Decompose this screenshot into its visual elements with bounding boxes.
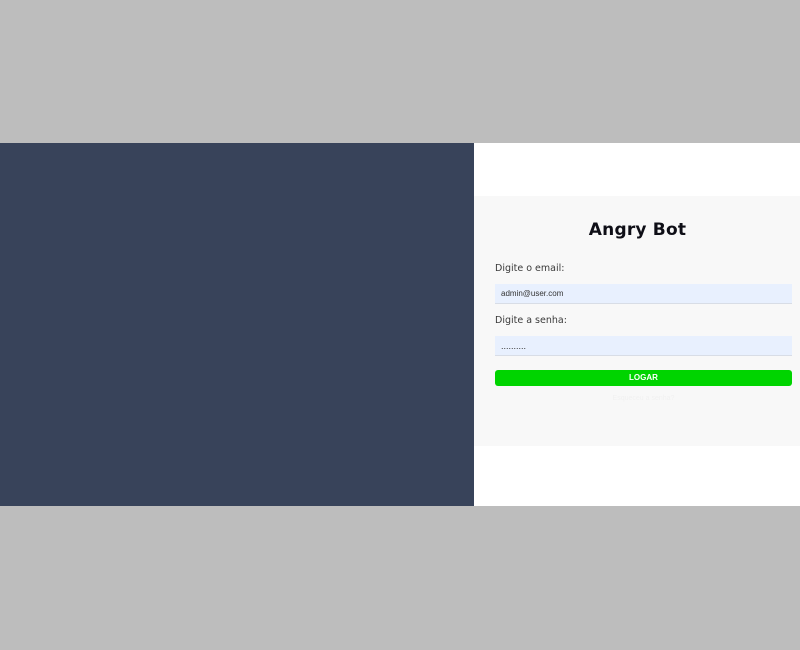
email-label: Digite o email: bbox=[495, 263, 565, 274]
app-title: Angry Bot bbox=[588, 220, 687, 240]
login-card: Angry Bot Digite o email: Digite a senha… bbox=[474, 196, 800, 446]
right-panel: Angry Bot Digite o email: Digite a senha… bbox=[474, 143, 800, 506]
login-button[interactable]: LOGAR bbox=[495, 370, 792, 386]
left-decorative-panel bbox=[0, 143, 474, 506]
password-label: Digite a senha: bbox=[495, 315, 567, 326]
forgot-password-link[interactable]: Esqueceu a senha? bbox=[495, 395, 792, 402]
email-field[interactable] bbox=[495, 284, 792, 304]
login-window: Angry Bot Digite o email: Digite a senha… bbox=[0, 143, 800, 506]
password-field[interactable] bbox=[495, 336, 792, 356]
